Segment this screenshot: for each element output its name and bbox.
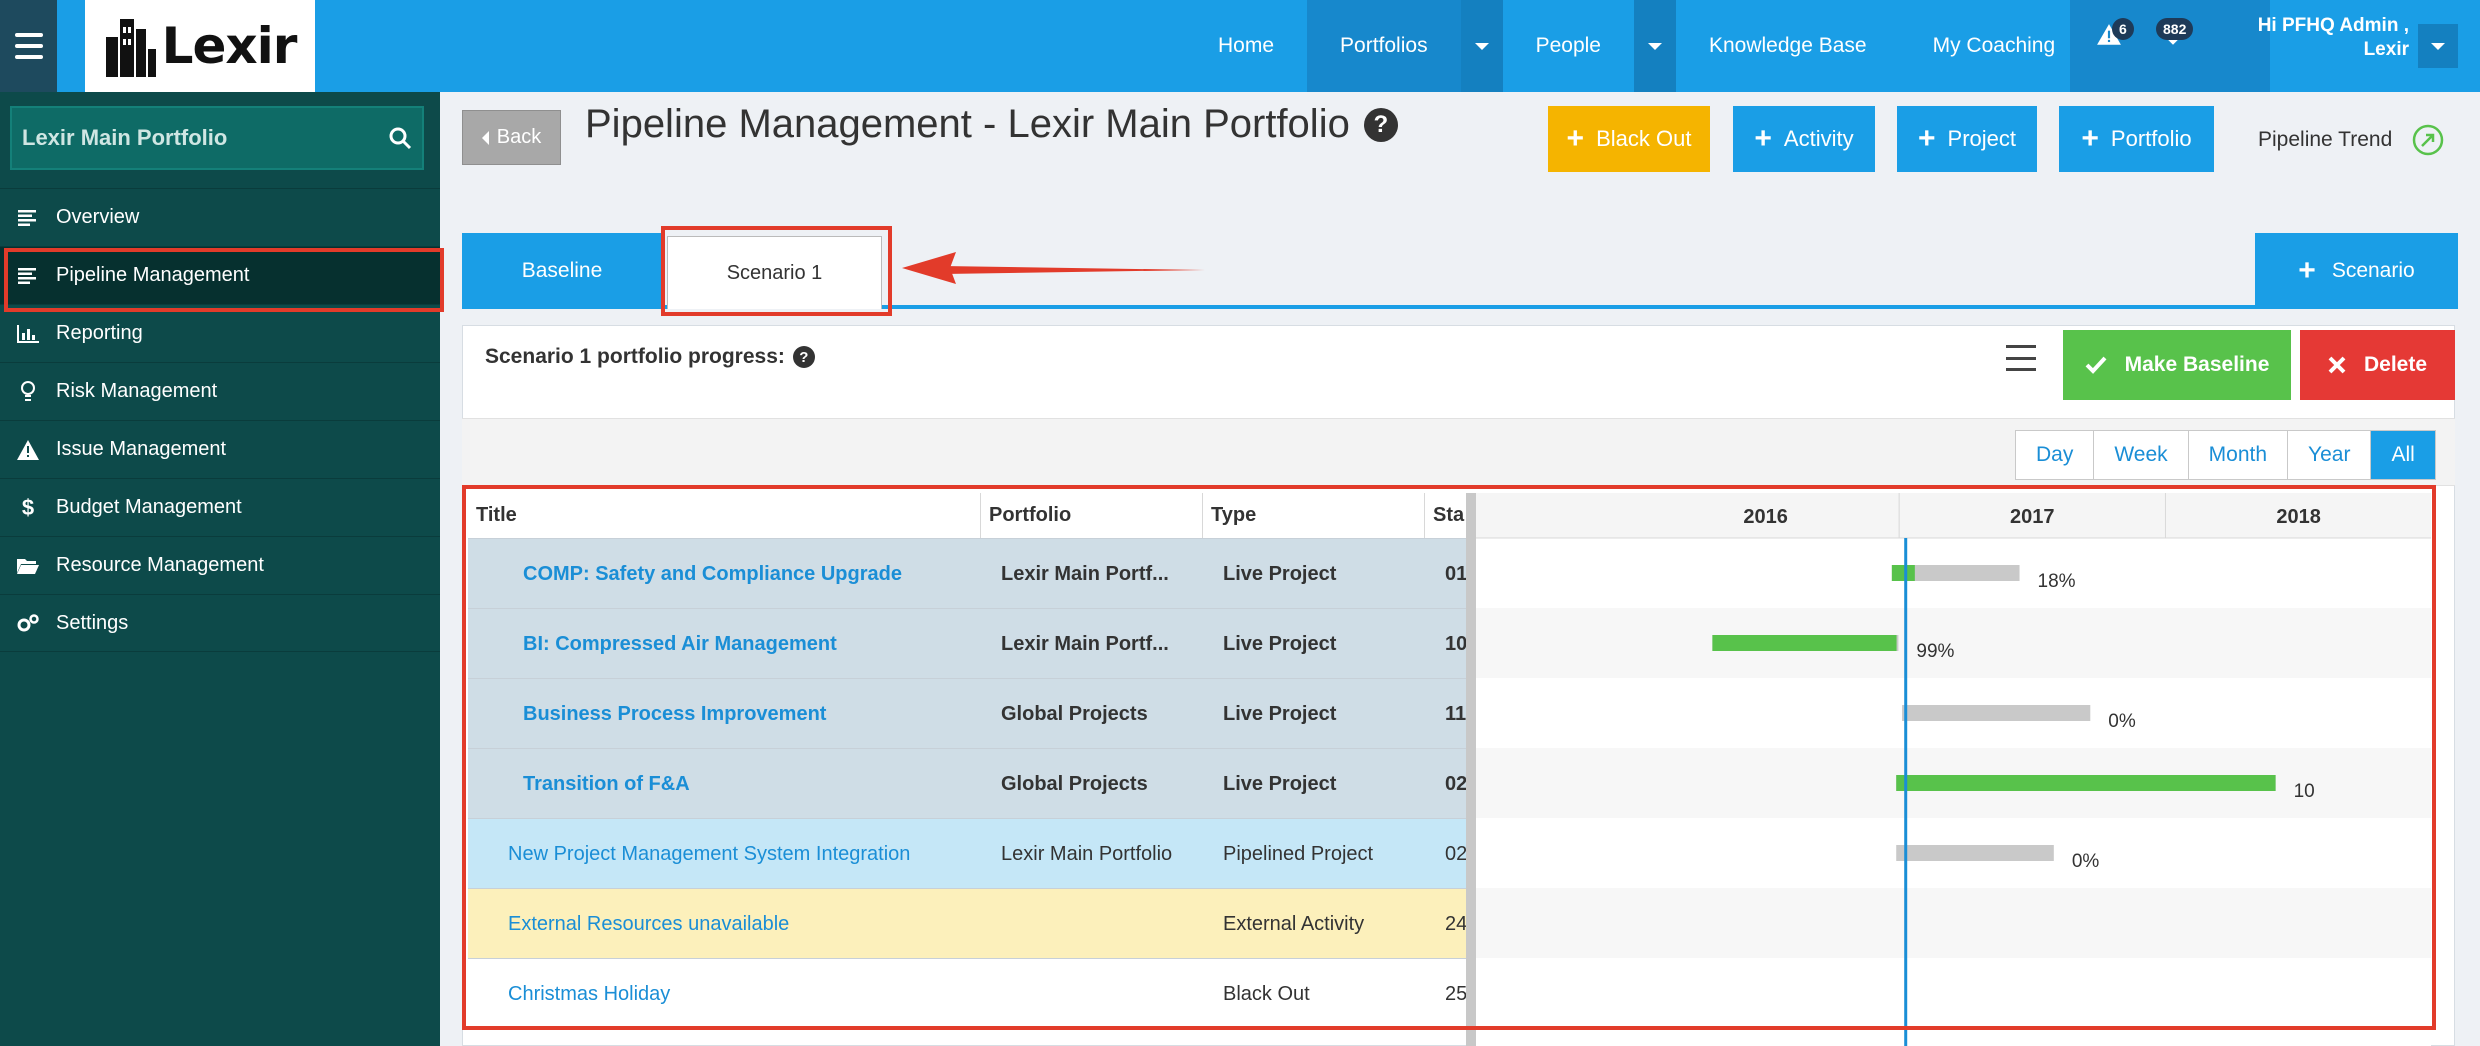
make-baseline-label: Make Baseline — [2124, 353, 2270, 376]
user-org: Lexir — [2363, 39, 2409, 60]
activity-label: Activity — [1783, 126, 1854, 151]
view-scale-toggle: Day Week Month Year All — [2015, 430, 2436, 480]
lightbulb-icon — [0, 380, 56, 403]
top-nav-bar: Lexir Home Portfolios People Knowledge B… — [0, 0, 2480, 92]
bar-chart-icon — [0, 324, 56, 343]
pipeline-trend-label: Pipeline Trend — [2258, 128, 2393, 151]
portfolio-search[interactable]: Lexir Main Portfolio — [10, 106, 424, 170]
portfolios-dropdown-icon[interactable] — [1460, 0, 1503, 92]
menu-icon[interactable] — [2006, 345, 2036, 371]
caret-left-icon — [481, 130, 489, 145]
delete-scenario-button[interactable]: Delete — [2300, 330, 2455, 400]
sidebar-item-issue-management[interactable]: Issue Management — [0, 420, 440, 478]
add-activity-button[interactable]: + Activity — [1733, 106, 1875, 172]
add-blackout-button[interactable]: + Black Out — [1548, 106, 1710, 172]
dollar-icon: $ — [21, 494, 35, 520]
pipeline-trend-link[interactable]: Pipeline Trend — [2258, 124, 2444, 156]
nav-my-coaching[interactable]: My Coaching — [1900, 0, 2089, 92]
people-dropdown-icon[interactable] — [1633, 0, 1676, 92]
tab-baseline[interactable]: Baseline — [462, 233, 662, 309]
messages-badge: 882 — [2156, 18, 2194, 40]
sidebar-item-overview[interactable]: Overview — [0, 188, 440, 246]
nav-knowledge-base[interactable]: Knowledge Base — [1676, 0, 1900, 92]
sidebar-item-settings[interactable]: Settings — [0, 594, 440, 652]
trend-up-circle-icon — [2413, 124, 2444, 156]
progress-label-text: Scenario 1 portfolio progress: — [485, 345, 785, 368]
plus-icon: + — [1917, 122, 1936, 155]
view-month-button[interactable]: Month — [2189, 431, 2289, 479]
blackout-label: Black Out — [1596, 126, 1692, 151]
help-icon[interactable]: ? — [1363, 107, 1398, 142]
messages-button[interactable]: 882 — [2156, 18, 2194, 53]
sidebar-item-label: Settings — [56, 611, 129, 634]
add-scenario-label: Scenario — [2331, 259, 2415, 282]
buildings-logo-icon — [105, 19, 156, 77]
view-week-button[interactable]: Week — [2094, 431, 2189, 479]
close-icon — [2328, 356, 2346, 374]
add-portfolio-button[interactable]: + Portfolio — [2059, 106, 2214, 172]
plus-icon: + — [2298, 254, 2316, 287]
alerts-button[interactable]: 6 — [2096, 18, 2134, 53]
portfolio-search-input[interactable]: Lexir Main Portfolio — [22, 125, 388, 151]
sidebar-item-label: Budget Management — [56, 496, 242, 518]
sidebar-item-label: Overview — [56, 206, 140, 228]
nav-home[interactable]: Home — [1185, 0, 1307, 92]
annotation-arrow — [902, 252, 1205, 284]
sidebar-item-risk-management[interactable]: Risk Management — [0, 362, 440, 420]
make-baseline-button[interactable]: Make Baseline — [2063, 330, 2291, 400]
sidebar-item-budget-management[interactable]: $ Budget Management — [0, 478, 440, 536]
alerts-badge: 6 — [2112, 18, 2134, 40]
view-all-button[interactable]: All — [2371, 431, 2435, 479]
view-year-button[interactable]: Year — [2288, 431, 2372, 479]
sidebar: Lexir Main Portfolio Overview Pipeline M… — [0, 92, 440, 1046]
portfolio-label: Portfolio — [2110, 126, 2192, 151]
sidebar-item-reporting[interactable]: Reporting — [0, 304, 440, 362]
logo-text: Lexir — [161, 17, 298, 75]
nav-portfolios[interactable]: Portfolios — [1307, 0, 1461, 92]
list-icon — [0, 209, 56, 226]
back-label: Back — [496, 126, 542, 148]
highlight-box-tab — [661, 226, 892, 316]
add-scenario-button[interactable]: + Scenario — [2255, 233, 2458, 309]
sidebar-item-label: Issue Management — [56, 438, 227, 460]
lexir-logo[interactable]: Lexir — [85, 0, 315, 92]
sidebar-item-label: Risk Management — [56, 380, 218, 402]
cogs-icon — [0, 613, 56, 633]
page-title: Pipeline Management - Lexir Main Portfol… — [585, 102, 1398, 147]
help-icon[interactable]: ? — [792, 346, 815, 368]
user-menu[interactable]: Hi PFHQ Admin , Lexir — [2255, 14, 2409, 62]
check-icon — [2085, 356, 2107, 374]
search-icon[interactable] — [388, 126, 412, 150]
add-project-button[interactable]: + Project — [1897, 106, 2037, 172]
sidebar-item-label: Reporting — [56, 322, 143, 344]
user-greeting: Hi PFHQ Admin , — [2257, 15, 2409, 36]
main-nav: Home Portfolios People Knowledge Base My… — [1185, 0, 2088, 92]
warning-icon — [0, 439, 56, 460]
nav-people[interactable]: People — [1503, 0, 1634, 92]
folder-open-icon — [0, 557, 56, 575]
plus-icon: + — [1566, 122, 1585, 155]
back-button[interactable]: Back — [462, 110, 561, 165]
project-label: Project — [1947, 126, 2016, 151]
portfolio-progress-label: Scenario 1 portfolio progress: ? — [485, 345, 815, 369]
highlight-box-sidebar — [4, 248, 444, 312]
hamburger-menu-icon[interactable] — [0, 0, 57, 92]
page-title-text: Pipeline Management - Lexir Main Portfol… — [585, 102, 1350, 146]
highlight-box-grid — [462, 485, 2436, 1030]
notification-area: 6 882 — [2070, 0, 2270, 92]
plus-icon: + — [2081, 122, 2099, 155]
sidebar-item-resource-management[interactable]: Resource Management — [0, 536, 440, 594]
sidebar-item-label: Resource Management — [56, 554, 264, 576]
delete-label: Delete — [2363, 353, 2428, 376]
view-day-button[interactable]: Day — [2016, 431, 2095, 479]
plus-icon: + — [1754, 122, 1772, 155]
user-dropdown-icon[interactable] — [2418, 24, 2458, 68]
